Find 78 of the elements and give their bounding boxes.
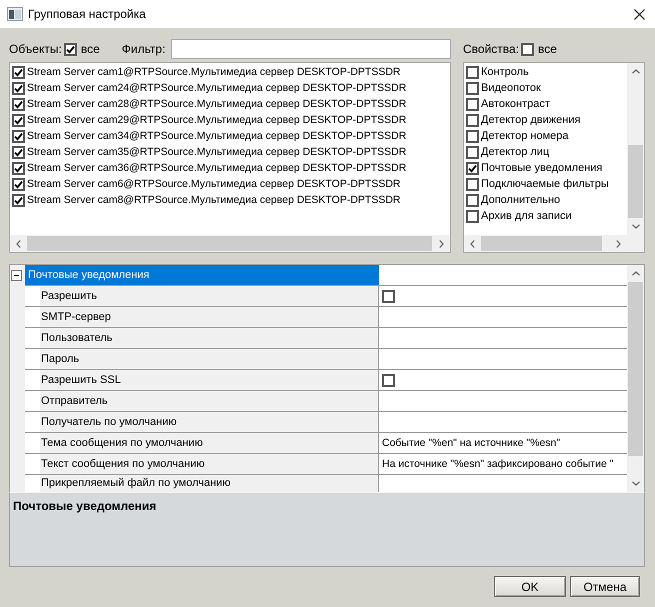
checkbox[interactable] [466, 98, 479, 110]
property-label[interactable]: Почтовые уведомления [481, 162, 602, 174]
checkbox[interactable] [12, 66, 25, 78]
property-name[interactable]: Тема сообщения по умолчанию [40, 433, 379, 453]
scrollbar-thumb[interactable] [481, 236, 602, 251]
property-label[interactable]: Детектор номера [481, 130, 568, 142]
chevron-right-icon[interactable] [439, 240, 444, 248]
properties-label: Свойства: [463, 42, 520, 56]
object-label[interactable]: Stream Server cam6@RTPSource.Мультимедиа сервер DESKTOP-DPTSSDR [27, 178, 400, 190]
property-name[interactable]: Пароль [40, 349, 379, 369]
object-label[interactable]: Stream Server cam34@RTPSource.Мультимедиа сервер DESKTOP-DPTSSDR [27, 130, 406, 142]
checkbox[interactable] [521, 42, 534, 56]
object-label[interactable]: Stream Server cam28@RTPSource.Мультимедиа сервер DESKTOP-DPTSSDR [27, 98, 406, 110]
property-name[interactable]: Отправитель [40, 391, 379, 411]
property-label[interactable]: Видеопоток [481, 82, 541, 94]
checkbox[interactable] [382, 374, 395, 386]
object-label[interactable]: Stream Server cam29@RTPSource.Мультимедиа сервер DESKTOP-DPTSSDR [27, 114, 406, 126]
object-label[interactable]: Stream Server cam1@RTPSource.Мультимедиа сервер DESKTOP-DPTSSDR [27, 66, 400, 78]
checkbox[interactable] [466, 194, 479, 206]
checkbox[interactable] [466, 114, 479, 126]
scrollbar-thumb[interactable] [27, 236, 432, 251]
checkbox[interactable] [466, 130, 479, 142]
description-title: Почтовые уведомления [13, 499, 158, 513]
property-label[interactable]: Контроль [481, 66, 529, 78]
checkbox[interactable] [466, 178, 479, 190]
property-name[interactable]: Пользователь [40, 328, 379, 348]
checkbox[interactable] [12, 194, 25, 206]
checkbox[interactable] [12, 114, 25, 126]
property-label[interactable]: Детектор движения [481, 114, 580, 126]
chevron-up-icon[interactable] [632, 271, 640, 276]
object-label[interactable]: Stream Server cam24@RTPSource.Мультимедиа сервер DESKTOP-DPTSSDR [27, 82, 406, 94]
property-label[interactable]: Дополнительно [481, 194, 560, 206]
chevron-down-icon[interactable] [632, 224, 640, 229]
property-name[interactable]: Разрешить [40, 286, 379, 306]
checkbox[interactable] [466, 210, 479, 222]
object-label[interactable]: Stream Server cam36@RTPSource.Мультимедиа сервер DESKTOP-DPTSSDR [27, 162, 406, 174]
property-name[interactable]: Разрешить SSL [40, 370, 379, 390]
objects-label: Объекты: [9, 42, 62, 56]
cancel-button[interactable]: Отмена [570, 576, 640, 597]
checkbox[interactable] [64, 42, 77, 56]
chevron-down-icon[interactable] [632, 481, 640, 486]
checkbox[interactable] [466, 162, 479, 174]
property-label[interactable]: Детектор лиц [481, 146, 550, 158]
property-label[interactable]: Подключаемые фильтры [481, 178, 609, 190]
chevron-left-icon[interactable] [470, 240, 475, 248]
close-icon[interactable] [634, 8, 645, 20]
scrollbar-thumb[interactable] [628, 282, 643, 456]
chevron-left-icon[interactable] [16, 240, 21, 248]
object-label[interactable]: Stream Server cam8@RTPSource.Мультимедиа сервер DESKTOP-DPTSSDR [27, 194, 400, 206]
checkbox[interactable] [12, 162, 25, 174]
checkbox[interactable] [12, 82, 25, 94]
object-label[interactable]: Stream Server cam35@RTPSource.Мультимедиа сервер DESKTOP-DPTSSDR [27, 146, 406, 158]
property-name[interactable]: SMTP-сервер [40, 307, 379, 327]
checkbox[interactable] [12, 98, 25, 110]
property-label[interactable]: Автоконтраст [481, 98, 550, 110]
property-label[interactable]: Архив для записи [481, 210, 572, 222]
checkbox[interactable] [12, 178, 25, 190]
select-all-label[interactable]: все [80, 42, 100, 56]
select-all-label[interactable]: все [538, 42, 557, 56]
chevron-up-icon[interactable] [632, 69, 640, 74]
window-title: Групповая настройка [28, 7, 147, 21]
property-name[interactable]: Текст сообщения по умолчанию [40, 454, 379, 474]
category-row[interactable]: Почтовые уведомления [25, 265, 627, 286]
ok-button[interactable]: OK [494, 576, 566, 597]
checkbox[interactable] [12, 130, 25, 142]
checkbox[interactable] [466, 66, 479, 78]
checkbox[interactable] [382, 290, 395, 302]
checkbox[interactable] [466, 82, 479, 94]
property-name[interactable]: Получатель по умолчанию [40, 412, 379, 432]
scrollbar-thumb[interactable] [628, 144, 643, 218]
window-icon [7, 7, 23, 21]
checkbox[interactable] [466, 146, 479, 158]
collapse-icon[interactable] [11, 270, 22, 281]
checkbox[interactable] [12, 146, 25, 158]
property-name[interactable]: Прикрепляемый файл по умолчанию [40, 475, 379, 492]
filter-field[interactable] [171, 39, 451, 59]
chevron-right-icon[interactable] [616, 240, 621, 248]
filter-label: Фильтр: [122, 42, 166, 56]
